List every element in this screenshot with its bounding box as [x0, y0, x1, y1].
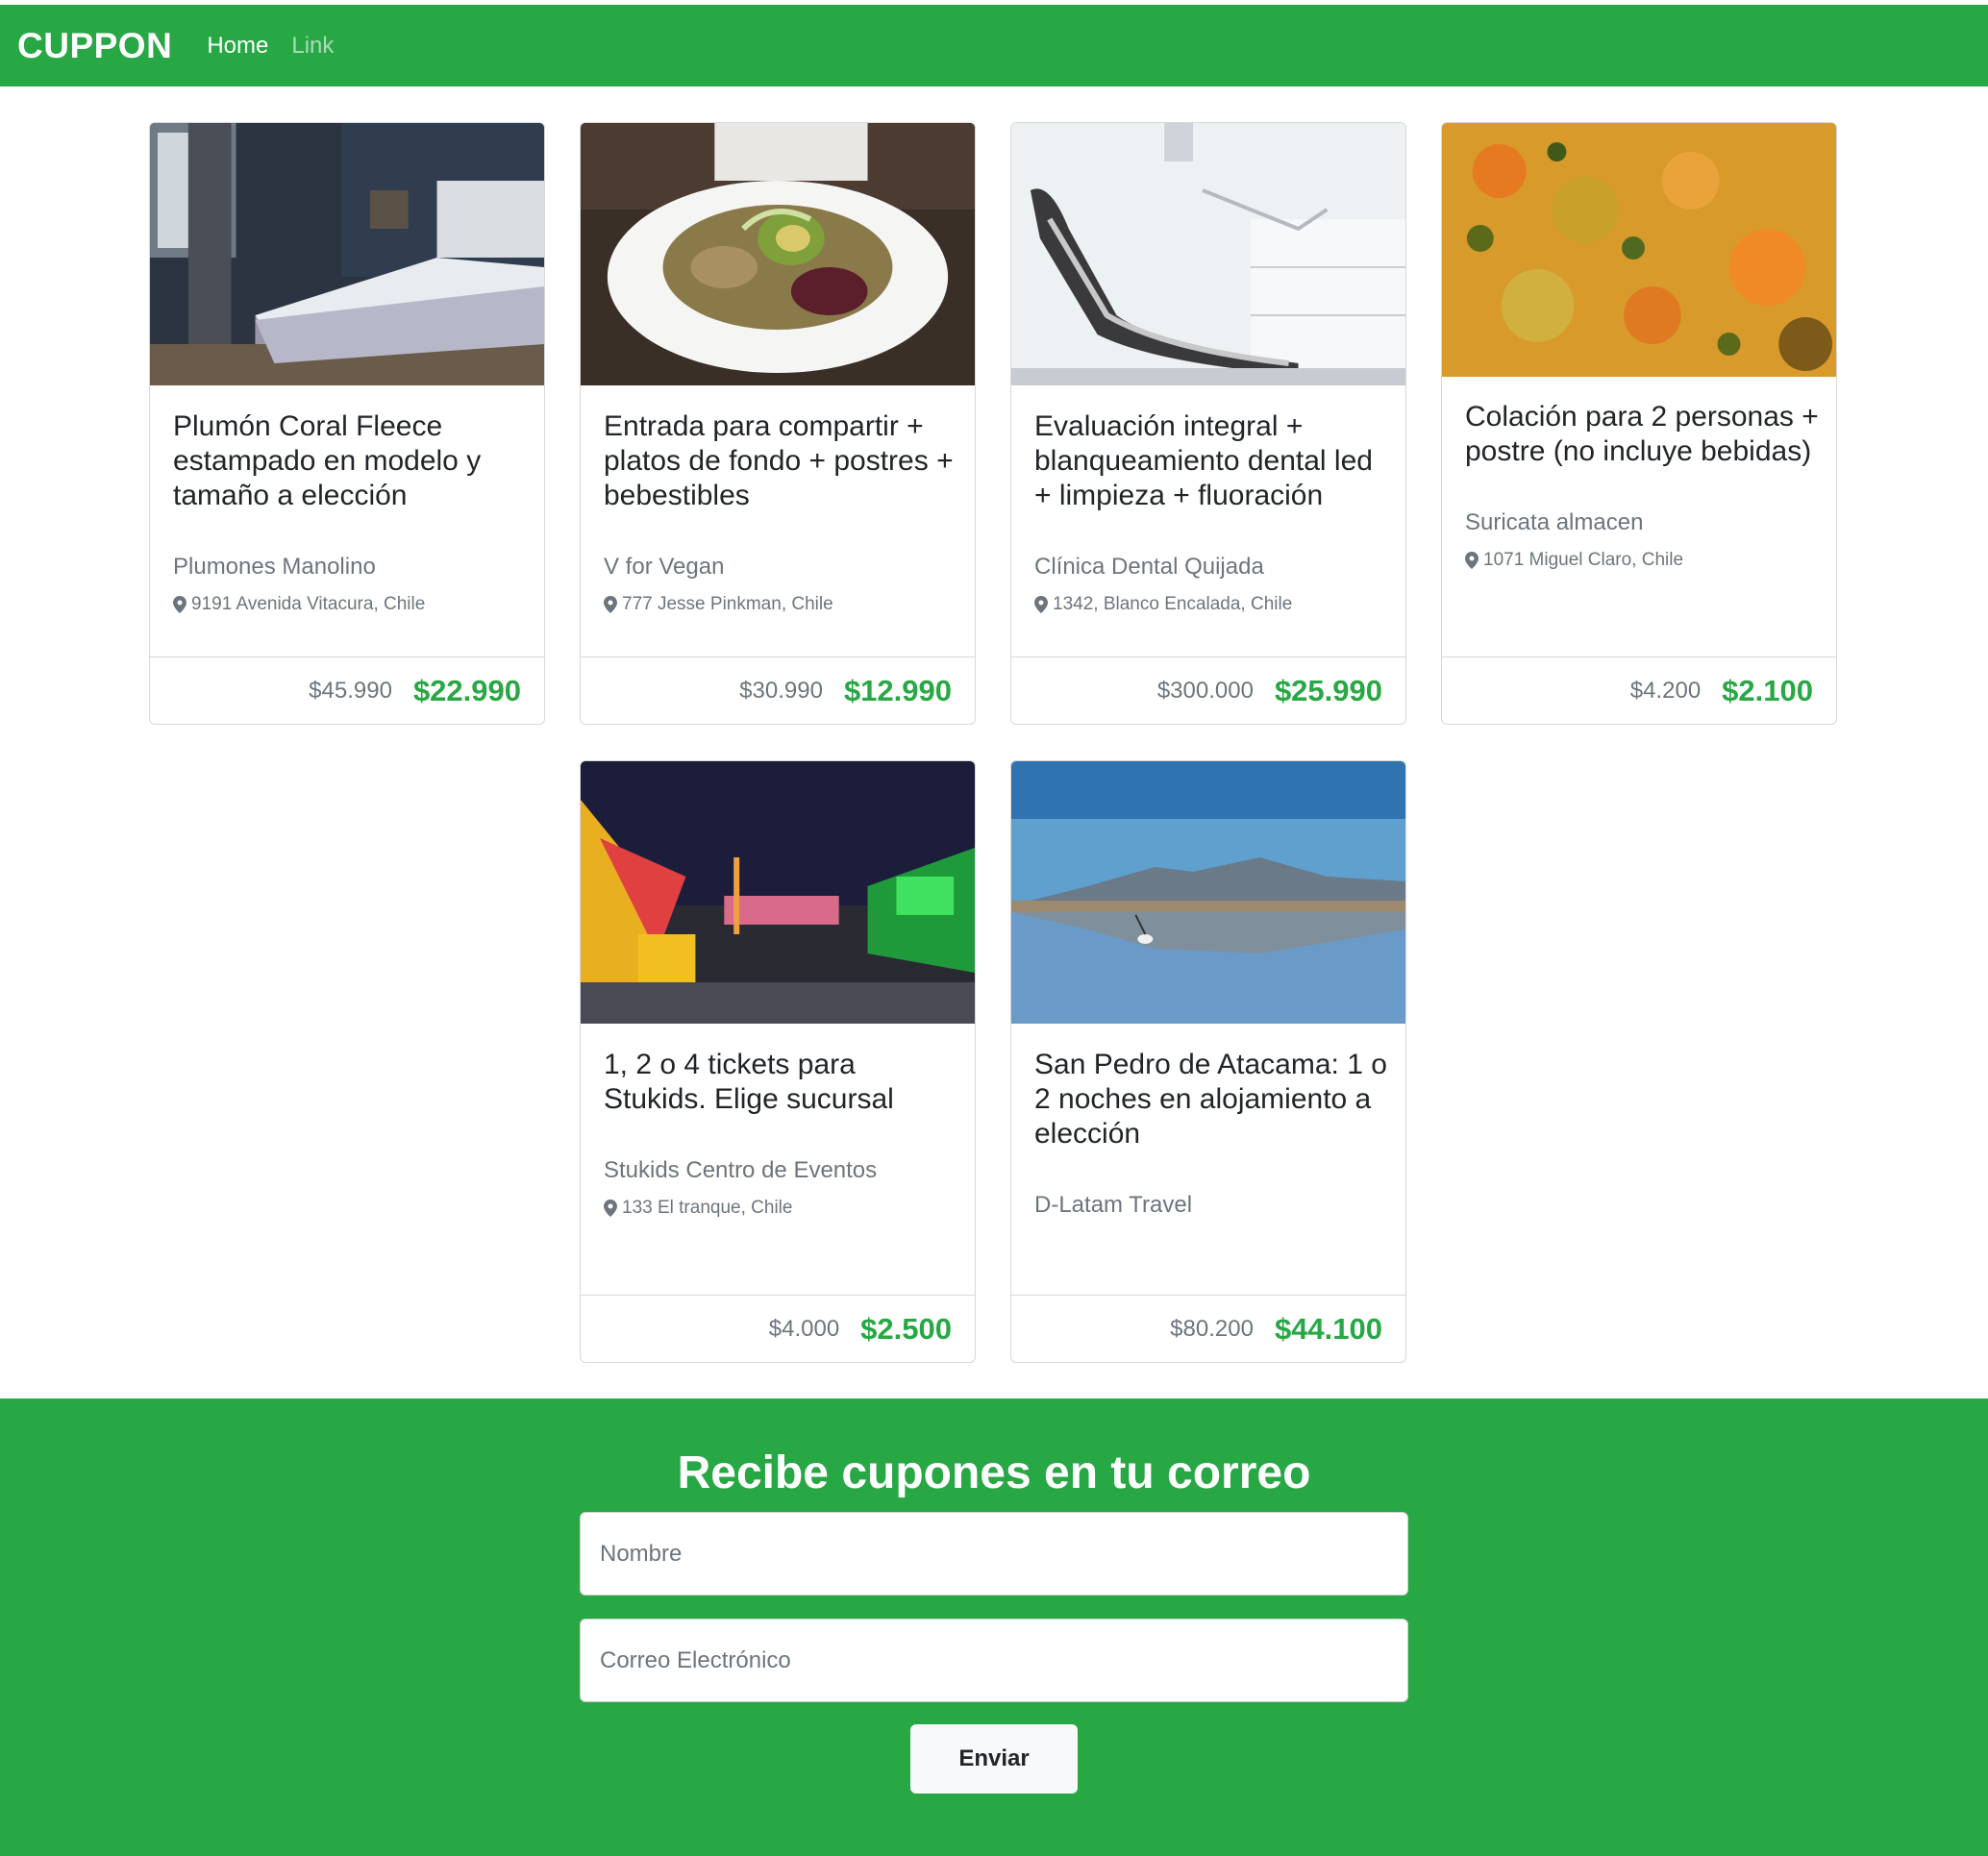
deal-merchant: Plumones Manolino: [173, 554, 376, 580]
map-pin-icon: [604, 1200, 617, 1217]
deal-merchant: D-Latam Travel: [1034, 1192, 1193, 1218]
new-price: $25.990: [1274, 673, 1382, 707]
deal-merchant: Clínica Dental Quijada: [1034, 554, 1264, 580]
deal-card[interactable]: Evaluación integral + blanqueamiento den…: [1010, 122, 1406, 725]
deal-title[interactable]: Entrada para compartir + platos de fondo…: [604, 409, 957, 513]
email-input[interactable]: [580, 1619, 1408, 1702]
deal-title[interactable]: Evaluación integral + blanqueamiento den…: [1034, 409, 1388, 513]
deal-address-text: 777 Jesse Pinkman, Chile: [622, 594, 833, 614]
map-pin-icon: [1465, 552, 1479, 569]
deal-image-atacama[interactable]: [1011, 761, 1405, 1024]
deal-image-dental-chair[interactable]: [1011, 123, 1405, 385]
nav-link-home[interactable]: Home: [207, 33, 268, 60]
deal-address-text: 1071 Miguel Claro, Chile: [1483, 550, 1684, 570]
deal-image-carnival[interactable]: [581, 761, 975, 1024]
deal-footer: $300.000 $25.990: [1011, 656, 1405, 724]
old-price: $45.990: [309, 677, 392, 704]
deal-footer: $80.200 $44.100: [1011, 1295, 1405, 1362]
new-price: $12.990: [843, 673, 952, 707]
deal-card[interactable]: Plumón Coral Fleece estampado en modelo …: [149, 122, 545, 725]
old-price: $30.990: [739, 677, 823, 704]
deal-title[interactable]: San Pedro de Atacama: 1 o 2 noches en al…: [1034, 1048, 1388, 1151]
deal-card[interactable]: Colación para 2 personas + postre (no in…: [1441, 122, 1837, 725]
deal-title[interactable]: 1, 2 o 4 tickets para Stukids. Elige suc…: [604, 1048, 957, 1117]
deal-address-text: 133 El tranque, Chile: [622, 1198, 793, 1218]
map-pin-icon: [173, 596, 186, 613]
deal-card[interactable]: San Pedro de Atacama: 1 o 2 noches en al…: [1010, 760, 1406, 1363]
deal-merchant: V for Vegan: [604, 554, 725, 580]
old-price: $300.000: [1156, 677, 1254, 704]
deal-address: 1342, Blanco Encalada, Chile: [1034, 594, 1388, 615]
deal-footer: $45.990 $22.990: [150, 656, 544, 724]
deal-card[interactable]: 1, 2 o 4 tickets para Stukids. Elige suc…: [580, 760, 976, 1363]
deal-address: 1071 Miguel Claro, Chile: [1465, 550, 1819, 571]
map-pin-icon: [604, 596, 617, 613]
brand-logo[interactable]: CUPPON: [17, 26, 172, 66]
old-price: $4.200: [1629, 677, 1702, 704]
new-price: $44.100: [1274, 1311, 1382, 1346]
deal-address: 133 El tranque, Chile: [604, 1198, 957, 1219]
submit-button[interactable]: Enviar: [910, 1724, 1078, 1794]
new-price: $2.100: [1722, 673, 1813, 707]
old-price: $80.200: [1170, 1315, 1254, 1342]
deal-address: 9191 Avenida Vitacura, Chile: [173, 594, 527, 615]
deal-merchant: Stukids Centro de Eventos: [604, 1157, 878, 1183]
deal-image-bedroom[interactable]: [150, 123, 544, 385]
old-price: $4.000: [768, 1315, 840, 1342]
deal-image-food[interactable]: [1442, 123, 1836, 377]
navbar: CUPPON Home Link: [0, 5, 1988, 87]
deal-address: 777 Jesse Pinkman, Chile: [604, 594, 957, 615]
deal-address-text: 1342, Blanco Encalada, Chile: [1053, 594, 1293, 614]
new-price: $22.990: [412, 673, 521, 707]
newsletter-title: Recibe cupones en tu correo: [677, 1448, 1311, 1498]
deal-merchant: Suricata almacen: [1465, 509, 1644, 535]
deal-footer: $4.000 $2.500: [581, 1295, 975, 1362]
deal-title[interactable]: Colación para 2 personas + postre (no in…: [1465, 400, 1819, 469]
deal-card[interactable]: Entrada para compartir + platos de fondo…: [580, 122, 976, 725]
deal-title[interactable]: Plumón Coral Fleece estampado en modelo …: [173, 409, 527, 513]
deal-image-vegan-plate[interactable]: [581, 123, 975, 385]
deal-footer: $30.990 $12.990: [581, 656, 975, 724]
new-price: $2.500: [860, 1311, 952, 1346]
nav-link-link[interactable]: Link: [291, 33, 334, 60]
map-pin-icon: [1034, 596, 1048, 613]
deal-footer: $4.200 $2.100: [1442, 656, 1836, 724]
newsletter-section: Recibe cupones en tu correo Enviar: [0, 1398, 1988, 1856]
name-input[interactable]: [580, 1512, 1408, 1596]
deal-address-text: 9191 Avenida Vitacura, Chile: [191, 594, 426, 614]
